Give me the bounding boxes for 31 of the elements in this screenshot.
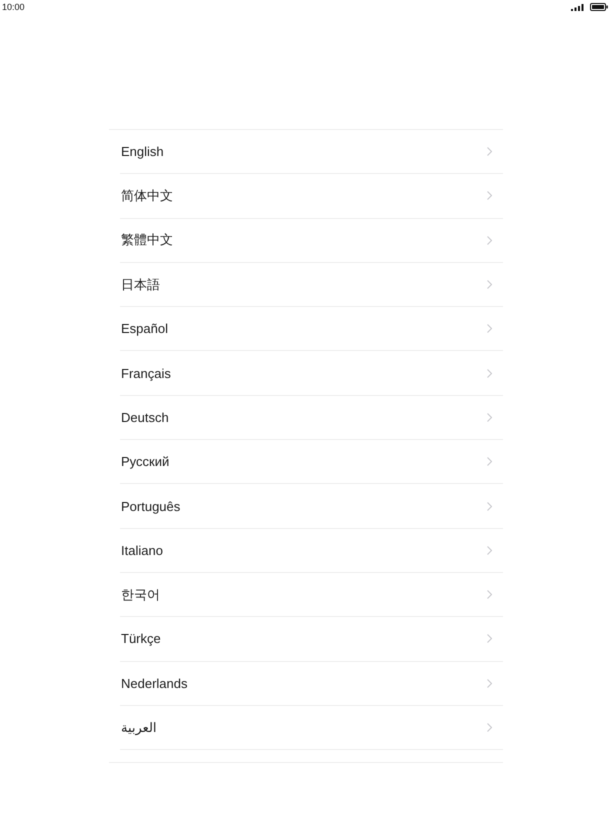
chevron-right-icon <box>487 147 492 156</box>
language-row[interactable]: Русский <box>120 440 503 484</box>
language-row[interactable]: Français <box>120 351 503 396</box>
chevron-right-icon <box>487 191 492 200</box>
language-row[interactable]: English <box>120 130 503 174</box>
chevron-right-icon <box>487 502 492 511</box>
chevron-right-icon <box>487 457 492 466</box>
chevron-right-icon <box>487 412 492 422</box>
language-row[interactable]: 繁體中文 <box>120 218 503 263</box>
language-row[interactable]: Português <box>120 484 503 529</box>
language-row[interactable]: Español <box>120 307 503 352</box>
language-row[interactable]: العربية <box>120 706 503 750</box>
language-row[interactable]: 简体中文 <box>120 174 503 219</box>
language-row[interactable]: Türkçe <box>120 617 503 662</box>
signal-icon <box>571 4 584 10</box>
chevron-right-icon <box>487 280 492 290</box>
chevron-right-icon <box>487 236 492 245</box>
chevron-right-icon <box>487 723 492 732</box>
language-row[interactable]: Deutsch <box>120 396 503 440</box>
status-time: 10:00 <box>2 1 25 13</box>
chevron-right-icon <box>487 634 492 644</box>
language-row[interactable]: Italiano <box>120 528 503 573</box>
battery-icon <box>590 3 608 11</box>
language-row[interactable]: 日本語 <box>120 262 503 308</box>
chevron-right-icon <box>487 678 492 688</box>
chevron-right-icon <box>487 324 492 334</box>
language-row[interactable]: Nederlands <box>120 662 503 706</box>
chevron-right-icon <box>487 590 492 600</box>
chevron-right-icon <box>487 368 492 378</box>
language-row[interactable]: 한국어 <box>120 572 503 618</box>
chevron-right-icon <box>487 546 492 555</box>
